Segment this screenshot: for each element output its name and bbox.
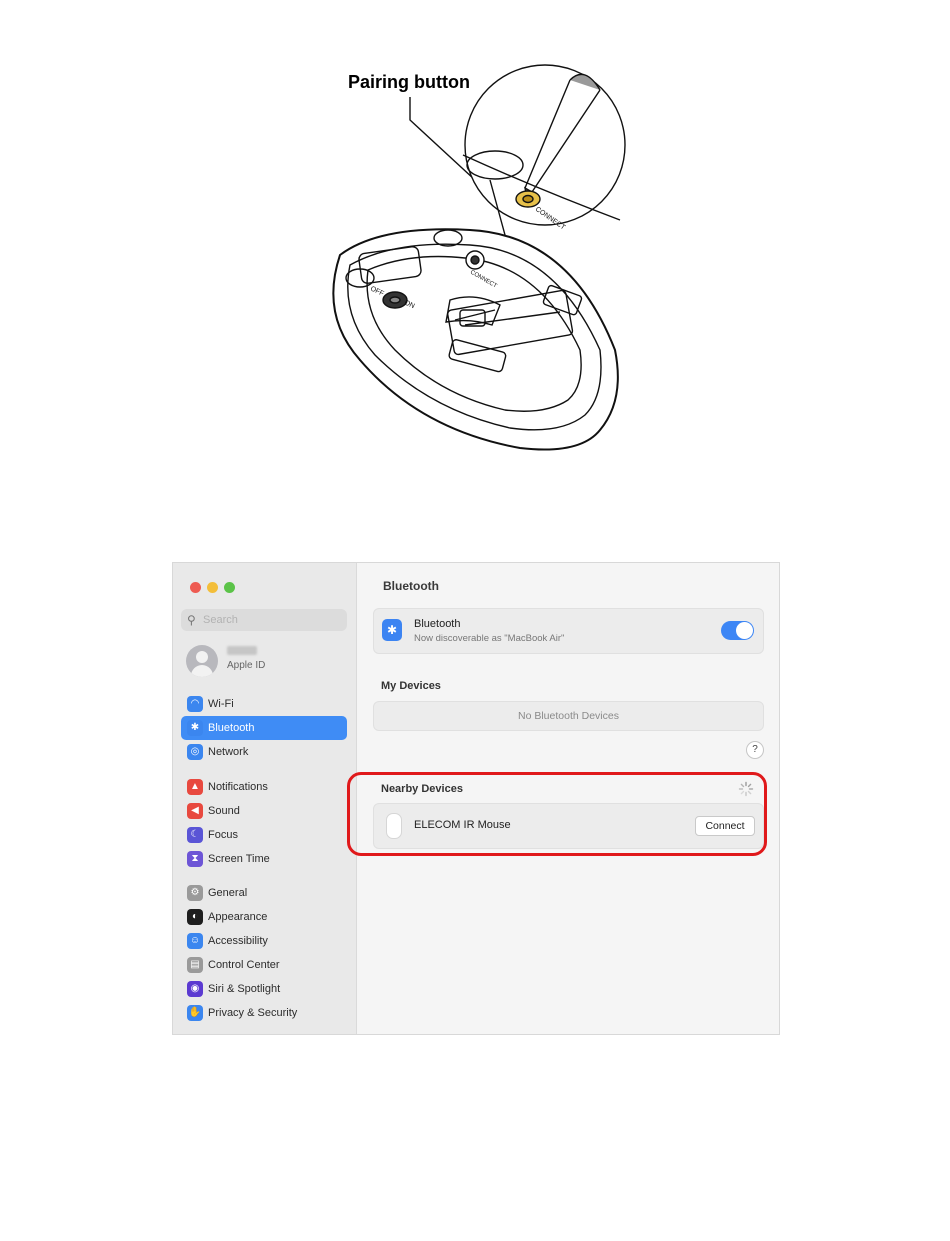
- moon-icon: ☾: [187, 827, 203, 843]
- hourglass-icon: ⧗: [187, 851, 203, 867]
- wifi-icon: ◠: [187, 696, 203, 712]
- bluetooth-toggle[interactable]: [721, 621, 754, 640]
- minimize-window-button[interactable]: [207, 582, 218, 593]
- sidebar-item-network[interactable]: ◎ Network: [181, 740, 347, 764]
- hand-icon: ✋: [187, 1005, 203, 1021]
- no-devices-text: No Bluetooth Devices: [518, 710, 619, 722]
- sidebar-item-label: Notifications: [208, 781, 268, 793]
- sidebar-item-label: Screen Time: [208, 853, 270, 865]
- sidebar-item-label: Focus: [208, 829, 238, 841]
- close-window-button[interactable]: [190, 582, 201, 593]
- my-devices-heading: My Devices: [381, 680, 441, 692]
- sidebar-item-control-center[interactable]: ▤ Control Center: [181, 953, 347, 977]
- sidebar-item-wi-fi[interactable]: ◠ Wi-Fi: [181, 692, 347, 716]
- sidebar-item-appearance[interactable]: ◐ Appearance: [181, 905, 347, 929]
- nearby-devices-highlight: [347, 772, 767, 856]
- sidebar-item-label: Appearance: [208, 911, 268, 923]
- sidebar-item-general[interactable]: ⚙ General: [181, 881, 347, 905]
- sidebar-item-privacy-security[interactable]: ✋ Privacy & Security: [181, 1001, 347, 1025]
- account-name-redacted: [227, 646, 257, 655]
- bluetooth-row-title: Bluetooth: [414, 618, 461, 630]
- sidebar-item-sound[interactable]: ◀ Sound: [181, 799, 347, 823]
- gear-icon: ⚙: [187, 885, 203, 901]
- zoom-window-button[interactable]: [224, 582, 235, 593]
- siri-icon: ◉: [187, 981, 203, 997]
- sidebar-item-bluetooth[interactable]: ✱ Bluetooth: [181, 716, 347, 740]
- search-icon: ⚲: [187, 613, 196, 627]
- sidebar-item-focus[interactable]: ☾ Focus: [181, 823, 347, 847]
- sidebar-item-accessibility[interactable]: ☺ Accessibility: [181, 929, 347, 953]
- sidebar-item-label: General: [208, 887, 248, 899]
- speaker-icon: ◀: [187, 803, 203, 819]
- sidebar-item-label: Accessibility: [208, 935, 268, 947]
- bluetooth-row-subtitle: Now discoverable as "MacBook Air": [414, 633, 565, 644]
- help-button[interactable]: ?: [746, 741, 764, 759]
- control-center-icon: ▤: [187, 957, 203, 973]
- sidebar-item-notifications[interactable]: ▲ Notifications: [181, 775, 347, 799]
- search-input[interactable]: ⚲ Search: [181, 609, 347, 631]
- mouse-illustration: CONNECT OFF ON CONNECT: [332, 64, 626, 451]
- sidebar-item-label: Network: [208, 746, 249, 758]
- magnifier-circle: [464, 64, 626, 226]
- sidebar-item-label: Control Center: [208, 959, 280, 971]
- sidebar: ⚲ Search Apple ID ◠ Wi-Fi ✱ Bluetooth ◎ Netwo…: [173, 563, 357, 1034]
- sidebar-item-label: Siri & Spotlight: [208, 983, 281, 995]
- sidebar-item-label: Bluetooth: [208, 722, 255, 734]
- accessibility-icon: ☺: [187, 933, 203, 949]
- apple-id-label: Apple ID: [227, 660, 266, 671]
- sidebar-item-label: Sound: [208, 805, 240, 817]
- sidebar-item-siri-spotlight[interactable]: ◉ Siri & Spotlight: [181, 977, 347, 1001]
- globe-icon: ◎: [187, 744, 203, 760]
- system-settings-window: ⚲ Search Apple ID ◠ Wi-Fi ✱ Bluetooth ◎ Netwo…: [172, 562, 780, 1035]
- bluetooth-row: ✱ Bluetooth Now discoverable as "MacBook…: [373, 608, 764, 654]
- my-devices-list: No Bluetooth Devices: [373, 701, 764, 731]
- sidebar-item-screen-time[interactable]: ⧗ Screen Time: [181, 847, 347, 871]
- bell-icon: ▲: [187, 779, 203, 795]
- sidebar-item-label: Wi-Fi: [208, 698, 234, 710]
- page-title: Bluetooth: [383, 579, 439, 593]
- search-placeholder: Search: [203, 614, 238, 626]
- avatar[interactable]: [186, 645, 218, 677]
- bluetooth-icon: ✱: [187, 720, 203, 736]
- bluetooth-icon: ✱: [382, 619, 402, 641]
- sidebar-item-label: Privacy & Security: [208, 1007, 298, 1019]
- appearance-icon: ◐: [187, 909, 203, 925]
